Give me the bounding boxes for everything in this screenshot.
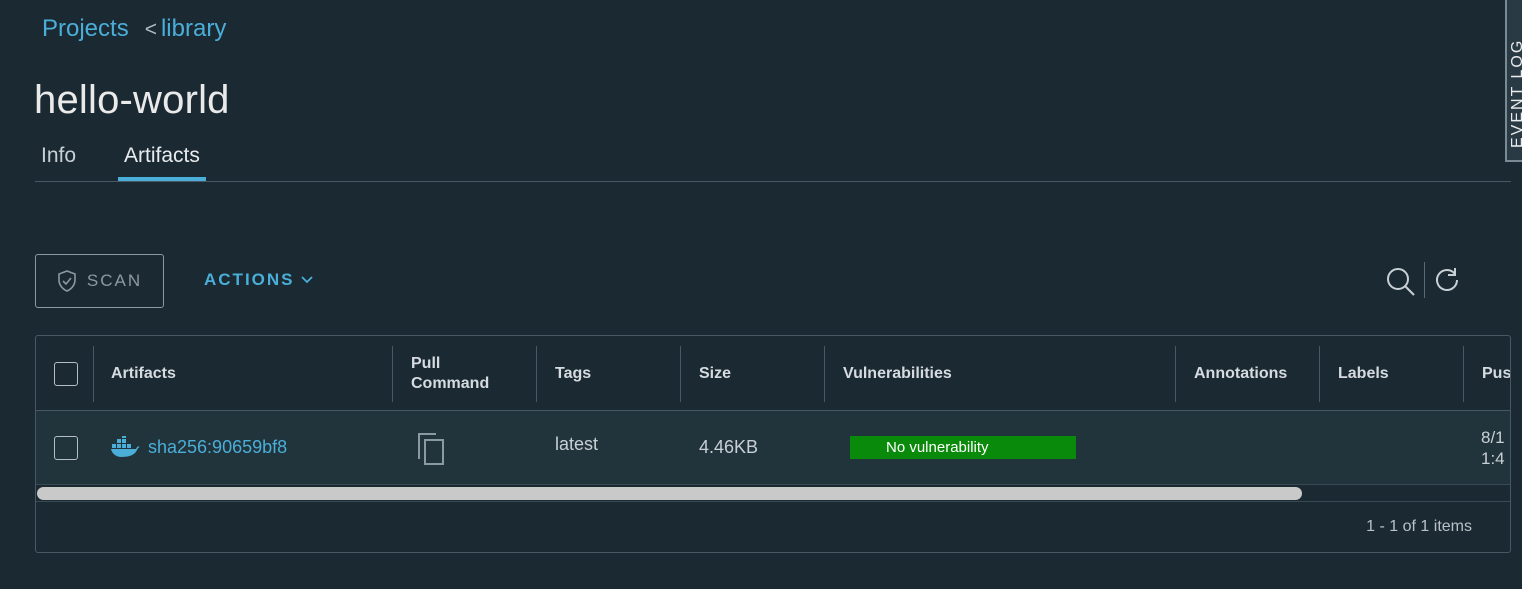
artifact-push-time: 8/1 1:4 [1481, 427, 1510, 469]
docker-icon [111, 436, 140, 457]
actions-label: ACTIONS [204, 270, 295, 289]
vulnerability-status-badge[interactable]: No vulnerability [850, 436, 1076, 459]
shield-check-icon [58, 270, 76, 292]
chevron-down-icon [300, 276, 313, 284]
horizontal-scrollbar[interactable] [36, 485, 1510, 502]
event-log-toggle[interactable]: EVENT LOG [1505, 0, 1522, 162]
column-header-annotations[interactable]: Annotations [1176, 346, 1319, 402]
column-header-tags[interactable]: Tags [537, 346, 680, 402]
pagination-summary: 1 - 1 of 1 items [1366, 518, 1472, 535]
artifact-digest-link[interactable]: sha256:90659bf8 [148, 437, 287, 458]
search-icon[interactable] [1386, 267, 1416, 297]
column-header-pushed[interactable]: Pus [1464, 346, 1510, 402]
toolbar-divider [1424, 262, 1425, 298]
column-header-size[interactable]: Size [681, 346, 824, 402]
column-header-vulnerabilities[interactable]: Vulnerabilities [825, 346, 1175, 402]
page-title: hello-world [34, 78, 230, 122]
tab-artifacts[interactable]: Artifacts [118, 135, 206, 181]
push-time-date: 8/1 [1481, 428, 1505, 447]
copy-icon[interactable] [416, 431, 448, 467]
push-time-clock: 1:4 [1481, 449, 1505, 468]
scan-button-label: SCAN [86, 271, 143, 290]
refresh-icon[interactable] [1434, 267, 1460, 293]
artifact-size: 4.46KB [699, 437, 759, 457]
column-header-labels[interactable]: Labels [1320, 346, 1463, 402]
actions-dropdown[interactable]: ACTIONS [204, 270, 313, 290]
horizontal-scrollbar-thumb[interactable] [37, 487, 1302, 500]
tab-info[interactable]: Info [35, 135, 82, 181]
tab-bar: Info Artifacts [35, 135, 1511, 182]
breadcrumb-projects-link[interactable]: Projects [42, 15, 129, 43]
artifacts-table: Artifacts Pull Command Tags Size Vulnera… [35, 335, 1511, 553]
event-log-label: EVENT LOG [1509, 38, 1522, 148]
table-header: Artifacts Pull Command Tags Size Vulnera… [36, 336, 1510, 411]
breadcrumb: Projects < library [42, 15, 226, 43]
column-header-artifacts[interactable]: Artifacts [93, 346, 393, 402]
select-all-checkbox[interactable] [54, 362, 78, 386]
vulnerability-status-label: No vulnerability [886, 439, 989, 456]
breadcrumb-separator: < [144, 18, 157, 41]
row-select-checkbox[interactable] [54, 436, 78, 460]
column-header-pull-command[interactable]: Pull Command [393, 346, 536, 402]
artifact-tag: latest [555, 434, 599, 454]
breadcrumb-library-link[interactable]: library [161, 15, 226, 43]
column-header-pull-command-label: Pull Command [411, 355, 490, 392]
scan-button[interactable]: SCAN [35, 254, 164, 308]
table-row[interactable]: sha256:90659bf8 latest 4.46KB No vulnera… [36, 411, 1510, 485]
